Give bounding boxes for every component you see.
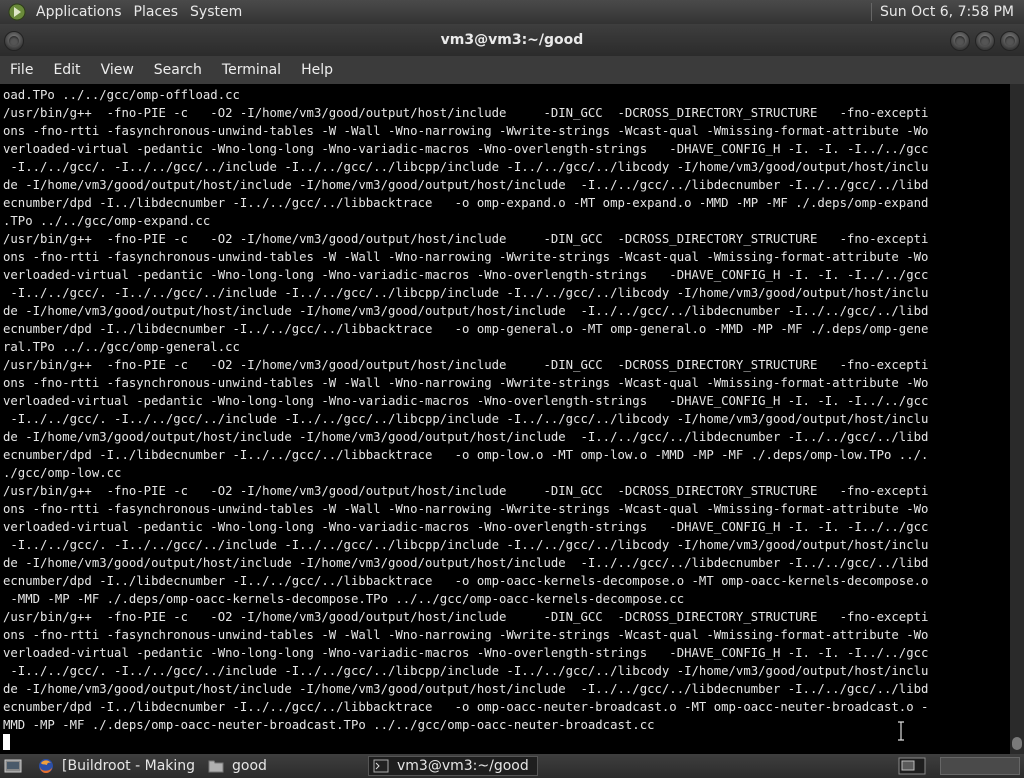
terminal-line: ecnumber/dpd -I../libdecnumber -I../../g…: [3, 322, 929, 336]
terminal-output: oad.TPo ../../gcc/omp-offload.cc/usr/bin…: [3, 86, 928, 734]
terminal-line: verloaded-virtual -pedantic -Wno-long-lo…: [3, 268, 929, 282]
menu-file[interactable]: File: [0, 56, 43, 84]
terminal-line: MMD -MP -MF ./.deps/omp-oacc-neuter-broa…: [3, 718, 655, 732]
close-button[interactable]: [1000, 31, 1020, 51]
terminal-line: .TPo ../../gcc/omp-expand.cc: [3, 214, 211, 228]
applications-menu[interactable]: Applications: [30, 0, 128, 24]
terminal-line: /usr/bin/g++ -fno-PIE -c -O2 -I/home/vm3…: [3, 610, 929, 624]
taskbar-item-folder[interactable]: good: [204, 756, 364, 776]
terminal-line: ons -fno-rtti -fasynchronous-unwind-tabl…: [3, 502, 929, 516]
terminal-line: ons -fno-rtti -fasynchronous-unwind-tabl…: [3, 376, 929, 390]
terminal-line: verloaded-virtual -pedantic -Wno-long-lo…: [3, 394, 929, 408]
terminal-line: ral.TPo ../../gcc/omp-general.cc: [3, 340, 240, 354]
terminal-line: de -I/home/vm3/good/output/host/include …: [3, 556, 929, 570]
terminal-line: /usr/bin/g++ -fno-PIE -c -O2 -I/home/vm3…: [3, 106, 929, 120]
taskbar-item-terminal[interactable]: vm3@vm3:~/good: [368, 756, 538, 776]
taskbar-item-label: [Buildroot - Making ...: [62, 758, 200, 774]
workspace-switcher-icon[interactable]: [898, 757, 926, 775]
system-menu[interactable]: System: [184, 0, 248, 24]
menu-edit[interactable]: Edit: [43, 56, 90, 84]
terminal-line: ecnumber/dpd -I../libdecnumber -I../../g…: [3, 700, 929, 714]
terminal-icon: [373, 759, 389, 773]
workspace-switcher-extra-icon[interactable]: [940, 757, 1020, 775]
menu-terminal[interactable]: Terminal: [212, 56, 291, 84]
terminal-line: ons -fno-rtti -fasynchronous-unwind-tabl…: [3, 250, 929, 264]
terminal-line: /usr/bin/g++ -fno-PIE -c -O2 -I/home/vm3…: [3, 232, 929, 246]
window-titlebar[interactable]: vm3@vm3:~/good: [0, 24, 1024, 56]
window-title: vm3@vm3:~/good: [440, 32, 584, 48]
terminal-menubar: File Edit View Search Terminal Help: [0, 56, 1024, 85]
terminal-line: verloaded-virtual -pedantic -Wno-long-lo…: [3, 142, 929, 156]
terminal-line: -I../../gcc/. -I../../gcc/../include -I.…: [3, 412, 929, 426]
terminal-line: ons -fno-rtti -fasynchronous-unwind-tabl…: [3, 124, 929, 138]
menu-search[interactable]: Search: [144, 56, 212, 84]
terminal-line: ecnumber/dpd -I../libdecnumber -I../../g…: [3, 448, 929, 462]
firefox-icon: [39, 759, 53, 773]
terminal-line: -I../../gcc/. -I../../gcc/../include -I.…: [3, 664, 929, 678]
terminal-line: /usr/bin/g++ -fno-PIE -c -O2 -I/home/vm3…: [3, 484, 929, 498]
show-desktop-icon[interactable]: [4, 758, 22, 774]
terminal-line: -I../../gcc/. -I../../gcc/../include -I.…: [3, 286, 929, 300]
menu-view[interactable]: View: [91, 56, 144, 84]
terminal-line: -I../../gcc/. -I../../gcc/../include -I.…: [3, 538, 929, 552]
text-cursor: [3, 734, 10, 750]
terminal-area[interactable]: oad.TPo ../../gcc/omp-offload.cc/usr/bin…: [0, 84, 1010, 754]
folder-icon: [208, 760, 224, 773]
terminal-line: oad.TPo ../../gcc/omp-offload.cc: [3, 88, 240, 102]
terminal-line: ecnumber/dpd -I../libdecnumber -I../../g…: [3, 574, 929, 588]
terminal-line: ons -fno-rtti -fasynchronous-unwind-tabl…: [3, 628, 929, 642]
menu-help[interactable]: Help: [291, 56, 343, 84]
clock-area: Sun Oct 6, 7:58 PM: [871, 3, 1024, 21]
applications-icon[interactable]: [8, 3, 26, 21]
taskbar-item-label: vm3@vm3:~/good: [397, 758, 529, 774]
terminal-line: verloaded-virtual -pedantic -Wno-long-lo…: [3, 646, 929, 660]
terminal-line: -MMD -MP -MF ./.deps/omp-oacc-kernels-de…: [3, 592, 685, 606]
terminal-line: de -I/home/vm3/good/output/host/include …: [3, 682, 929, 696]
terminal-scrollbar[interactable]: [1010, 84, 1024, 754]
terminal-line: -I../../gcc/. -I../../gcc/../include -I.…: [3, 160, 929, 174]
maximize-button[interactable]: [975, 31, 995, 51]
scrollbar-thumb[interactable]: [1012, 737, 1022, 750]
bottom-panel: [Buildroot - Making ... good vm3@vm3:~/g…: [0, 754, 1024, 778]
terminal-line: ./gcc/omp-low.cc: [3, 466, 122, 480]
taskbar-item-firefox[interactable]: [Buildroot - Making ...: [34, 756, 200, 776]
terminal-line: de -I/home/vm3/good/output/host/include …: [3, 430, 929, 444]
terminal-line: ecnumber/dpd -I../libdecnumber -I../../g…: [3, 196, 929, 210]
minimize-button[interactable]: [950, 31, 970, 51]
panel-separator: [871, 3, 873, 21]
ibeam-cursor-icon: [898, 721, 904, 741]
terminal-line: verloaded-virtual -pedantic -Wno-long-lo…: [3, 520, 929, 534]
taskbar-item-label: good: [232, 758, 267, 774]
terminal-line: de -I/home/vm3/good/output/host/include …: [3, 178, 929, 192]
clock[interactable]: Sun Oct 6, 7:58 PM: [880, 4, 1014, 20]
terminal-line: de -I/home/vm3/good/output/host/include …: [3, 304, 929, 318]
places-menu[interactable]: Places: [128, 0, 185, 24]
terminal-line: /usr/bin/g++ -fno-PIE -c -O2 -I/home/vm3…: [3, 358, 929, 372]
top-panel: Applications Places System Sun Oct 6, 7:…: [0, 0, 1024, 24]
